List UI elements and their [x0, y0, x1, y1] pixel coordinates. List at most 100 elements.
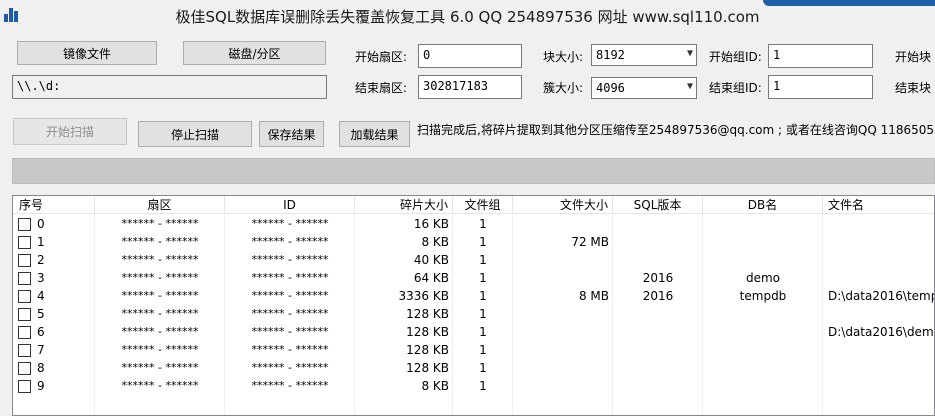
checkbox-icon[interactable]	[18, 217, 31, 231]
row-number: 4	[37, 289, 45, 303]
row-number-cell: 6	[13, 323, 95, 341]
file-name-cell	[823, 377, 934, 395]
end-sector-input[interactable]: 302817183	[418, 75, 522, 99]
db-name-cell	[703, 215, 823, 233]
table-row[interactable]: 6 ****** - ****** ****** - ****** 128 KB 1 D:…	[13, 323, 934, 341]
col-header-sql-version[interactable]: SQL版本	[613, 196, 703, 214]
col-header-fragment-size[interactable]: 碎片大小	[355, 196, 453, 214]
checkbox-icon[interactable]	[18, 253, 31, 267]
path-display: \\.\d:	[12, 75, 327, 99]
file-size-cell	[513, 215, 613, 233]
db-name-cell	[703, 233, 823, 251]
row-number: 9	[37, 379, 45, 393]
db-name-cell	[703, 323, 823, 341]
col-header-sector[interactable]: 扇区	[95, 196, 225, 214]
id-cell: ****** - ******	[251, 271, 329, 284]
file-name-cell	[823, 233, 934, 251]
row-number-cell: 3	[13, 269, 95, 287]
image-file-button[interactable]: 镜像文件	[17, 41, 157, 65]
results-table[interactable]: 序号 扇区 ID 碎片大小 文件组 文件大小 SQL版本 DB名 文件名 0 **…	[12, 195, 935, 416]
row-number-cell: 7	[13, 341, 95, 359]
row-number: 5	[37, 307, 45, 321]
load-results-button[interactable]: 加载结果	[339, 121, 410, 147]
sql-version-cell	[613, 359, 703, 377]
sql-version-cell: 2016	[642, 289, 674, 303]
db-name-cell: tempdb	[739, 289, 787, 303]
filegroup-cell: 1	[479, 307, 487, 321]
fragment-size-cell: 8 KB	[421, 379, 449, 393]
col-header-num[interactable]: 序号	[13, 196, 95, 214]
fragment-size-cell: 16 KB	[413, 217, 449, 231]
id-cell: ****** - ******	[251, 289, 329, 302]
cluster-size-select[interactable]: 4096 ▼	[591, 77, 697, 99]
cluster-size-label: 簇大小:	[543, 81, 584, 95]
stop-scan-button[interactable]: 停止扫描	[138, 121, 252, 147]
table-row[interactable]: 8 ****** - ****** ****** - ****** 128 KB 1	[13, 359, 934, 377]
sector-cell: ****** - ******	[121, 289, 199, 302]
overlapping-window-edge	[763, 0, 935, 6]
fragment-size-cell: 8 KB	[421, 235, 449, 249]
sector-cell: ****** - ******	[121, 379, 199, 392]
col-header-file-size[interactable]: 文件大小	[513, 196, 613, 214]
table-row[interactable]: 7 ****** - ****** ****** - ****** 128 KB 1	[13, 341, 934, 359]
row-number: 6	[37, 325, 45, 339]
sql-version-cell	[613, 341, 703, 359]
filegroup-cell: 1	[479, 217, 487, 231]
file-name-cell	[823, 305, 934, 323]
row-number-cell: 5	[13, 305, 95, 323]
row-number-cell: 2	[13, 251, 95, 269]
file-name-cell	[823, 341, 934, 359]
col-header-filegroup[interactable]: 文件组	[453, 196, 513, 214]
block-size-label: 块大小:	[543, 50, 584, 64]
table-row[interactable]: 4 ****** - ****** ****** - ****** 3336 KB 1 8…	[13, 287, 934, 305]
filegroup-cell: 1	[479, 271, 487, 285]
checkbox-icon[interactable]	[18, 235, 31, 249]
sql-version-cell	[613, 377, 703, 395]
block-size-select[interactable]: 8192 ▼	[591, 44, 697, 66]
fragment-size-cell: 128 KB	[406, 361, 449, 375]
row-number-cell: 1	[13, 233, 95, 251]
row-number: 3	[37, 271, 45, 285]
start-scan-button[interactable]: 开始扫描	[13, 118, 127, 145]
disk-partition-button[interactable]: 磁盘/分区	[183, 41, 326, 65]
row-number-cell: 9	[13, 377, 95, 395]
checkbox-icon[interactable]	[18, 379, 31, 393]
table-row[interactable]: 3 ****** - ****** ****** - ****** 64 KB 1 201…	[13, 269, 934, 287]
file-size-cell	[513, 269, 613, 287]
table-row[interactable]: 5 ****** - ****** ****** - ****** 128 KB 1	[13, 305, 934, 323]
row-number: 0	[37, 217, 45, 231]
checkbox-icon[interactable]	[18, 307, 31, 321]
db-name-cell	[703, 341, 823, 359]
checkbox-icon[interactable]	[18, 361, 31, 375]
db-name-cell	[703, 251, 823, 269]
end-block-label: 结束块	[895, 81, 932, 95]
checkbox-icon[interactable]	[18, 289, 31, 303]
checkbox-icon[interactable]	[18, 343, 31, 357]
checkbox-icon[interactable]	[18, 325, 31, 339]
table-row[interactable]: 2 ****** - ****** ****** - ****** 40 KB 1	[13, 251, 934, 269]
start-sector-input[interactable]: 0	[418, 44, 522, 68]
sql-version-cell	[613, 215, 703, 233]
start-sector-label: 开始扇区:	[355, 50, 408, 64]
sql-version-cell	[613, 233, 703, 251]
file-name-cell: D:\data2016\demo	[828, 325, 935, 339]
table-row[interactable]: 1 ****** - ****** ****** - ****** 8 KB 1 72 M…	[13, 233, 934, 251]
file-name-cell: D:\data2016\tempdb	[828, 289, 934, 303]
file-size-cell	[513, 323, 613, 341]
db-name-cell: demo	[745, 271, 781, 285]
file-size-cell	[513, 341, 613, 359]
col-header-file-name[interactable]: 文件名	[823, 196, 934, 214]
filegroup-cell: 1	[479, 289, 487, 303]
col-header-id[interactable]: ID	[225, 196, 355, 214]
start-group-input[interactable]: 1	[768, 44, 873, 68]
sql-version-cell	[613, 323, 703, 341]
table-row[interactable]: 9 ****** - ****** ****** - ****** 8 KB 1	[13, 377, 934, 395]
fragment-size-cell: 128 KB	[406, 307, 449, 321]
col-header-db-name[interactable]: DB名	[703, 196, 823, 214]
sector-cell: ****** - ******	[121, 217, 199, 230]
checkbox-icon[interactable]	[18, 271, 31, 285]
save-results-button[interactable]: 保存结果	[259, 121, 324, 147]
end-group-input[interactable]: 1	[768, 75, 873, 99]
id-cell: ****** - ******	[251, 343, 329, 356]
table-row[interactable]: 0 ****** - ****** ****** - ****** 16 KB 1	[13, 215, 934, 233]
